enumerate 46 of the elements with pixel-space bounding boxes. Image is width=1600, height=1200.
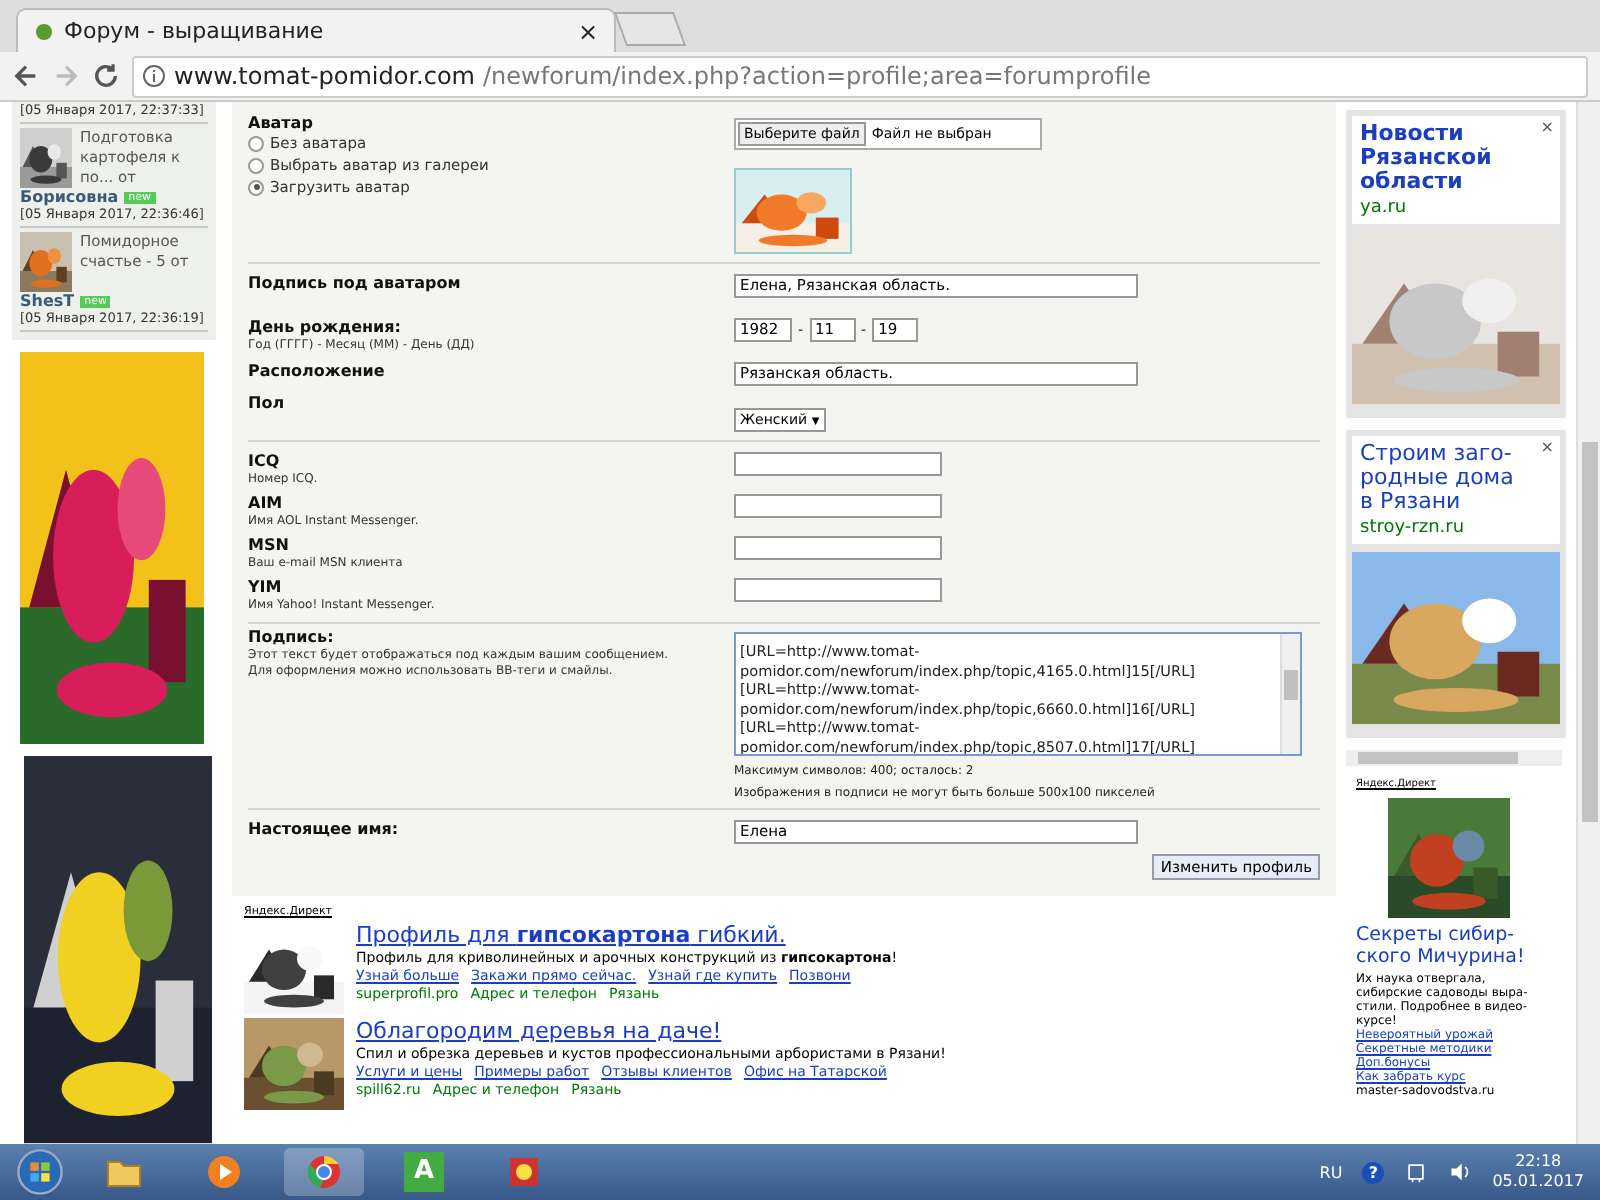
ad-title-link[interactable]: Секреты сибир-ского Мичурина! xyxy=(1356,924,1556,968)
field-label: YIM xyxy=(248,578,284,596)
language-indicator[interactable]: RU xyxy=(1319,1163,1343,1181)
speaker-icon[interactable] xyxy=(1448,1160,1473,1184)
browser-tab[interactable]: Форум - выращивание × xyxy=(16,8,616,52)
ad-domain[interactable]: stroy-rzn.ru xyxy=(1360,518,1552,538)
field-label: Аватар xyxy=(248,114,315,132)
post-author[interactable]: Борисовна xyxy=(20,188,119,206)
post-author[interactable]: ShesT xyxy=(20,292,75,310)
field-label: Расположение xyxy=(248,362,387,380)
reload-icon[interactable] xyxy=(92,62,120,90)
field-label: День рождения: xyxy=(248,318,403,336)
field-label: ICQ xyxy=(248,452,282,470)
address-bar[interactable]: www.tomat-pomidor.com /newforum/index.php?action=profile;area=forumprofile xyxy=(132,55,1588,97)
help-icon[interactable]: ? xyxy=(1362,1161,1385,1183)
close-icon[interactable]: × xyxy=(577,17,598,45)
scrollbar[interactable] xyxy=(1576,102,1600,1144)
field-label: Подпись: xyxy=(248,628,336,646)
new-tab-button[interactable] xyxy=(613,12,687,46)
info-icon[interactable] xyxy=(142,64,166,88)
scrollbar[interactable] xyxy=(1346,750,1562,766)
scrollbar[interactable] xyxy=(1280,634,1300,754)
field-label: Подпись под аватаром xyxy=(248,274,463,292)
ad-domain[interactable]: ya.ru xyxy=(1360,198,1552,218)
close-icon[interactable]: × xyxy=(1540,438,1554,456)
ad-title-link[interactable]: Строим заго-родные дома в Рязани xyxy=(1360,442,1520,514)
text-field[interactable] xyxy=(734,536,942,560)
clock[interactable]: 22:18 05.01.2017 xyxy=(1492,1152,1584,1192)
field-label: AIM xyxy=(248,494,285,512)
start-button[interactable] xyxy=(16,1148,64,1196)
radio-button[interactable] xyxy=(248,135,264,151)
ad-title-link[interactable]: Новости Рязанской области xyxy=(1360,122,1520,194)
radio-button[interactable] xyxy=(248,157,264,173)
field-label: MSN xyxy=(248,536,291,554)
back-icon[interactable] xyxy=(12,62,40,90)
ad-title-link[interactable]: Профиль для гипсокартона гибкий. xyxy=(356,922,898,948)
forward-icon[interactable] xyxy=(52,62,80,90)
radio-button[interactable] xyxy=(248,179,264,195)
field-label: Пол xyxy=(248,394,287,412)
text-field[interactable] xyxy=(734,494,942,518)
browser-icon[interactable] xyxy=(284,1148,364,1196)
ad-title-link[interactable]: Облагородим деревья на даче! xyxy=(356,1018,946,1044)
text-field[interactable] xyxy=(734,452,942,476)
text-field[interactable] xyxy=(734,578,942,602)
close-icon[interactable]: × xyxy=(1540,118,1554,136)
field-label: Настоящее имя: xyxy=(248,820,401,842)
